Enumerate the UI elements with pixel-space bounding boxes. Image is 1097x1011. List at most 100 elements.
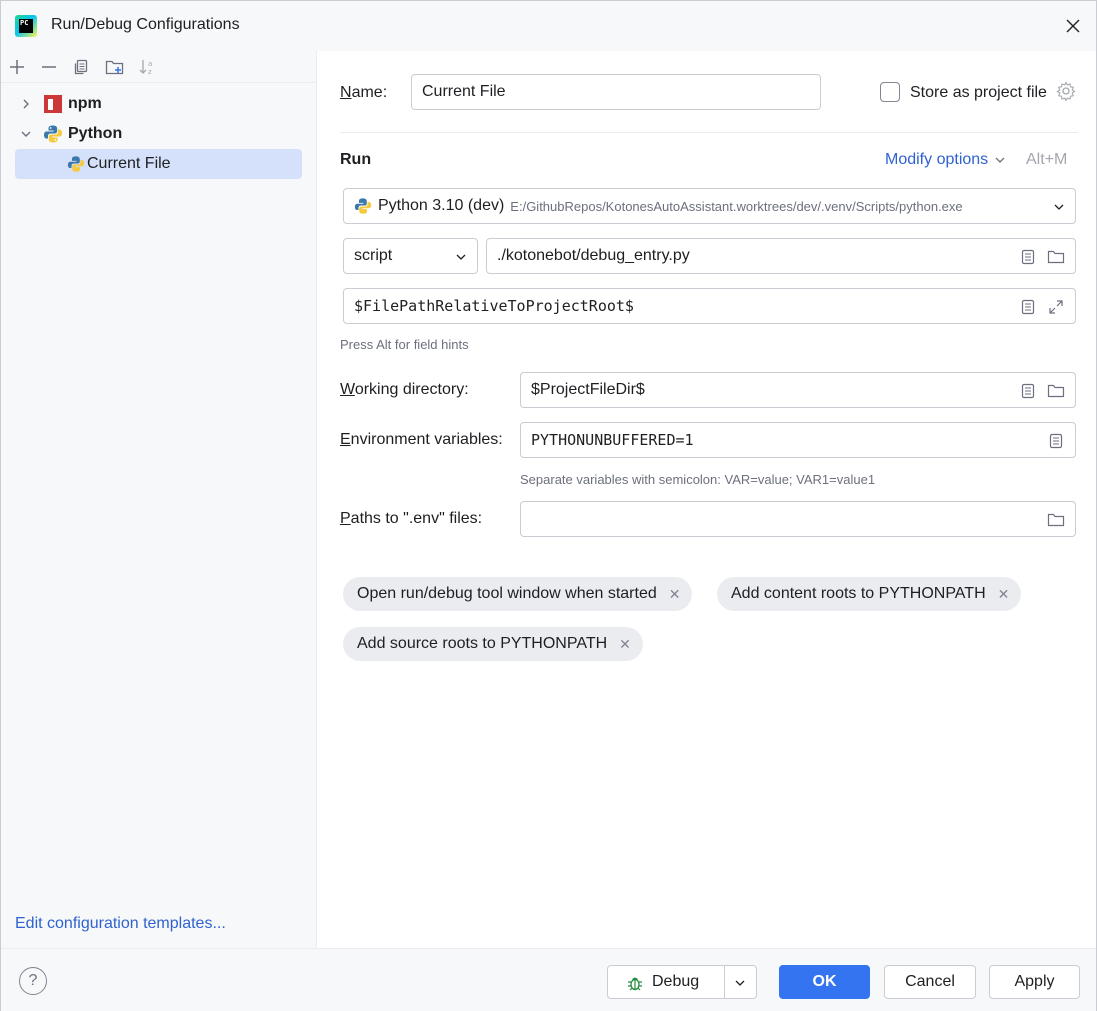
modify-options-link[interactable]: Modify options — [885, 151, 1006, 169]
new-folder-icon — [105, 60, 124, 75]
apply-button[interactable]: Apply — [989, 965, 1080, 999]
tree-item-npm[interactable]: npm — [15, 89, 302, 119]
store-as-project-file-checkbox[interactable] — [880, 82, 900, 102]
svg-text:a: a — [148, 60, 152, 68]
remove-chip-icon[interactable]: ✕ — [619, 636, 631, 653]
chevron-down-icon — [735, 980, 745, 986]
new-folder-button[interactable] — [103, 55, 127, 79]
dotenv-paths-label-text: aths to ".env" files: — [350, 510, 483, 527]
text-lines-icon — [1021, 299, 1035, 315]
environment-variables-input[interactable]: PYTHONUNBUFFERED=1 — [520, 422, 1076, 458]
environment-variables-value: PYTHONUNBUFFERED=1 — [531, 431, 694, 449]
tree-item-label: Current File — [87, 155, 171, 172]
expand-icon — [1049, 300, 1063, 314]
option-chip-open-tool-window: Open run/debug tool window when started … — [343, 577, 693, 611]
modify-options-shortcut: Alt+M — [1026, 151, 1068, 168]
name-input-value: Current File — [422, 83, 506, 100]
chip-label: Add content roots to PYTHONPATH — [731, 585, 986, 602]
option-chip-content-roots: Add content roots to PYTHONPATH ✕ — [717, 577, 1022, 611]
parameters-input[interactable]: $FilePathRelativeToProjectRoot$ — [343, 288, 1076, 324]
script-path-input[interactable]: ./kotonebot/debug_entry.py — [486, 238, 1076, 274]
debug-split-button[interactable]: Debug — [607, 965, 757, 999]
working-directory-value: $ProjectFileDir$ — [531, 381, 645, 398]
working-directory-label-text: orking directory: — [354, 381, 469, 398]
text-lines-icon — [1021, 383, 1035, 399]
divider — [340, 132, 1078, 133]
plus-icon — [10, 60, 24, 74]
environment-variables-hint: Separate variables with semicolon: VAR=v… — [520, 472, 876, 487]
copy-icon — [74, 59, 88, 75]
store-as-project-file-label: Store as project file — [910, 84, 1047, 101]
name-label: Name: — [340, 84, 387, 102]
close-button[interactable] — [1060, 13, 1086, 39]
name-input[interactable]: Current File — [411, 74, 821, 110]
name-label-text: ame: — [351, 84, 388, 101]
expand-text-button[interactable] — [1017, 246, 1039, 268]
browse-dotenv-button[interactable] — [1045, 509, 1067, 531]
window-title: Run/Debug Configurations — [51, 16, 240, 33]
parameters-value: $FilePathRelativeToProjectRoot$ — [354, 297, 634, 315]
working-directory-label: Working directory: — [340, 381, 469, 399]
cancel-button[interactable]: Cancel — [884, 965, 976, 999]
dialog-footer: ? Debug OK Cancel Apply — [1, 948, 1096, 1011]
debug-button-label: Debug — [652, 973, 700, 990]
text-lines-icon — [1049, 433, 1063, 449]
script-type-select[interactable]: script — [343, 238, 478, 274]
interpreter-select[interactable]: Python 3.10 (dev) E:/GithubRepos/Kotones… — [343, 188, 1076, 224]
title-bar: PC Run/Debug Configurations — [1, 1, 1096, 51]
expand-text-button[interactable] — [1017, 296, 1039, 318]
split-separator — [724, 966, 725, 998]
python-file-icon — [67, 156, 85, 172]
dotenv-paths-input[interactable] — [520, 501, 1076, 537]
remove-chip-icon[interactable]: ✕ — [998, 586, 1010, 603]
environment-variables-label-text: nvironment variables: — [350, 431, 503, 448]
option-chip-source-roots: Add source roots to PYTHONPATH ✕ — [343, 627, 643, 661]
bug-icon — [628, 977, 642, 991]
working-directory-mnemonic: W — [340, 381, 355, 398]
ok-button[interactable]: OK — [779, 965, 870, 999]
field-hints-text: Press Alt for field hints — [340, 337, 469, 352]
edit-configuration-templates-link[interactable]: Edit configuration templates... — [15, 915, 226, 933]
python-icon — [44, 125, 62, 143]
add-configuration-button[interactable] — [5, 55, 29, 79]
store-settings-button[interactable] — [1056, 81, 1078, 103]
environment-variables-label: Environment variables: — [340, 431, 503, 449]
tree-item-python[interactable]: Python — [15, 119, 302, 149]
chip-label: Open run/debug tool window when started — [357, 585, 657, 602]
npm-icon — [44, 95, 62, 113]
browse-directory-button[interactable] — [1045, 380, 1067, 402]
script-path-value: ./kotonebot/debug_entry.py — [497, 247, 690, 264]
edit-environment-button[interactable] — [1045, 430, 1067, 452]
minus-icon — [42, 66, 56, 68]
remove-chip-icon[interactable]: ✕ — [669, 586, 681, 603]
pycharm-logo-icon: PC — [15, 15, 37, 37]
expand-text-button[interactable] — [1017, 380, 1039, 402]
run-debug-dialog: PC Run/Debug Configurations a z npm Pyth… — [0, 0, 1097, 1011]
copy-configuration-button[interactable] — [69, 55, 93, 79]
modify-options-label: Modify options — [885, 151, 989, 168]
svg-text:z: z — [148, 68, 152, 76]
configurations-tree-panel: a z npm Python Current File Edit configu… — [1, 51, 317, 948]
chevron-down-icon — [456, 254, 466, 260]
environment-variables-mnemonic: E — [340, 431, 351, 448]
working-directory-input[interactable]: $ProjectFileDir$ — [520, 372, 1076, 408]
chevron-down-icon — [995, 157, 1005, 163]
chevron-down-icon — [1054, 204, 1064, 210]
python-icon — [354, 198, 372, 214]
chip-label: Add source roots to PYTHONPATH — [357, 635, 608, 652]
text-lines-icon — [1021, 249, 1035, 265]
sort-button[interactable]: a z — [135, 55, 159, 79]
script-type-value: script — [354, 247, 393, 264]
tree-item-label: npm — [68, 95, 102, 112]
interpreter-path: E:/GithubRepos/KotonesAutoAssistant.work… — [510, 198, 963, 214]
name-label-mnemonic: N — [340, 84, 352, 101]
remove-configuration-button[interactable] — [37, 55, 61, 79]
expand-field-button[interactable] — [1045, 296, 1067, 318]
help-button[interactable]: ? — [19, 967, 47, 995]
tree-item-label: Python — [68, 125, 123, 142]
browse-script-button[interactable] — [1045, 246, 1067, 268]
chevron-right-icon — [23, 99, 29, 109]
tree-item-current-file[interactable]: Current File — [15, 149, 302, 179]
interpreter-name: Python 3.10 (dev) — [378, 197, 505, 214]
gear-icon — [1056, 81, 1076, 102]
